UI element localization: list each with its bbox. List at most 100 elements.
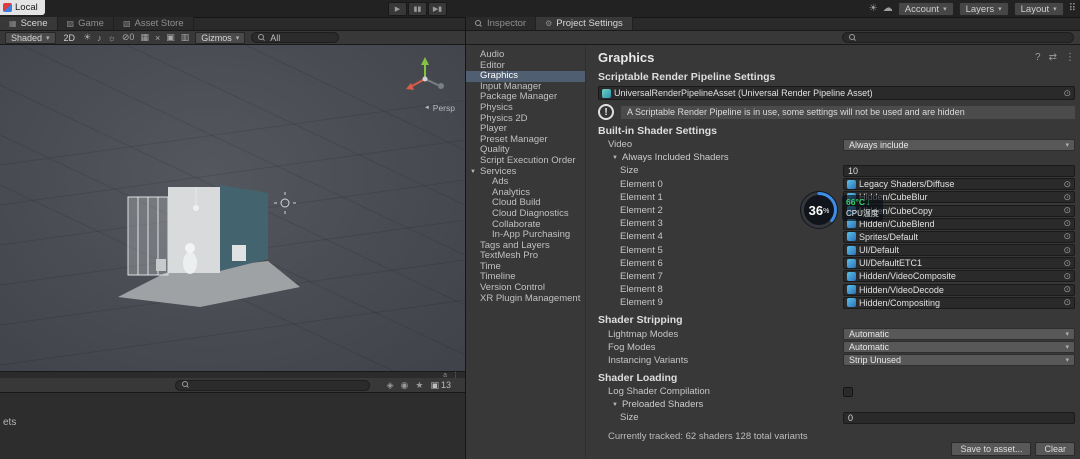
log-shader-compilation-checkbox[interactable]: [843, 386, 853, 397]
clear-button[interactable]: Clear: [1035, 442, 1075, 456]
shader-icon: [847, 285, 856, 295]
local-app-icon: [3, 3, 12, 12]
console-count-badge[interactable]: ▣ 13: [430, 380, 451, 391]
kebab-menu-icon[interactable]: ⋮: [1065, 52, 1075, 63]
object-picker-icon[interactable]: ⊙: [1063, 179, 1071, 189]
cpu-percent-unit: %: [823, 208, 830, 215]
layers-dropdown[interactable]: Layers ▾: [958, 2, 1009, 16]
left-arrow-icon: ◄: [423, 105, 430, 111]
element-7-shader-field[interactable]: Hidden/VideoComposite ⊙: [843, 270, 1075, 283]
video-dropdown[interactable]: Always include ▾: [843, 138, 1075, 151]
element-row: Element 9 Hidden/Compositing ⊙: [598, 296, 1075, 309]
package-icon[interactable]: ◈: [387, 380, 394, 391]
settings-nav-item-audio[interactable]: Audio: [466, 49, 585, 61]
tab-game[interactable]: ▨ Game: [57, 17, 114, 30]
object-picker-icon[interactable]: ⊙: [1063, 245, 1071, 255]
settings-nav-item-cloud-diagnostics[interactable]: Cloud Diagnostics: [466, 208, 585, 220]
project-search-input[interactable]: [175, 379, 370, 391]
help-icon[interactable]: ?: [1035, 52, 1041, 63]
scene-viewport[interactable]: ◄ Persp: [0, 45, 465, 371]
preloaded-shaders-foldout[interactable]: ▼ Preloaded Shaders: [598, 398, 1075, 411]
shader-icon: [847, 271, 856, 281]
top-right-controls: ☀ ☁ Account ▾ Layers ▾ Layout ▾ ⠿: [869, 2, 1076, 16]
object-picker-icon[interactable]: ⊙: [1063, 285, 1071, 295]
preload-size-label: Size: [620, 412, 639, 424]
cpu-percent-value: 36: [808, 202, 824, 218]
gear-icon: ⚙: [545, 19, 553, 28]
eye-icon[interactable]: ◉: [401, 380, 409, 391]
footer-buttons: Save to asset... Clear: [951, 442, 1075, 456]
tab-scene[interactable]: ▦ Scene: [0, 17, 58, 30]
presets-icon[interactable]: ⇄: [1049, 52, 1057, 63]
scene-audio-icon[interactable]: ♪: [97, 33, 102, 43]
element-4-shader-field[interactable]: Sprites/Default ⊙: [843, 230, 1075, 243]
stripping-section-header: Shader Stripping: [598, 314, 683, 327]
chevron-down-icon: ▾: [998, 6, 1002, 13]
element-9-shader-field[interactable]: Hidden/Compositing ⊙: [843, 296, 1075, 309]
scene-search-input[interactable]: All: [251, 32, 340, 43]
element-6-shader-field[interactable]: UI/DefaultETC1 ⊙: [843, 257, 1075, 270]
element-5-shader-field[interactable]: UI/Default ⊙: [843, 244, 1075, 257]
srp-section-header: Scriptable Render Pipeline Settings: [598, 71, 776, 83]
local-window-tab[interactable]: Local: [0, 0, 45, 15]
tab-asset-store[interactable]: ▧ Asset Store: [113, 17, 194, 30]
save-to-asset-button[interactable]: Save to asset...: [951, 442, 1032, 456]
cloud-collab-icon[interactable]: ☁: [883, 2, 893, 16]
foldout-triangle-icon[interactable]: ▼: [470, 167, 476, 178]
srp-asset-field[interactable]: UniversalRenderPipelineAsset (Universal …: [598, 86, 1075, 100]
hidden-objects-icon[interactable]: ⊘0: [122, 32, 135, 43]
settings-nav-item-xr-plugin-management[interactable]: XR Plugin Management: [466, 293, 585, 305]
tab-project-settings[interactable]: ⚙ Project Settings: [536, 17, 633, 30]
settings-search-input[interactable]: [842, 32, 1074, 43]
cpu-monitor-overlay: 36% 66°C ↓ CPU温度: [798, 189, 883, 231]
object-picker-icon[interactable]: ⊙: [1063, 258, 1071, 268]
object-picker-icon[interactable]: ⊙: [1063, 232, 1071, 242]
scene-fx-icon[interactable]: ☼: [108, 33, 116, 43]
perspective-label[interactable]: ◄ Persp: [424, 103, 455, 113]
object-picker-icon[interactable]: ⊙: [1063, 271, 1071, 281]
toggle-2d-button[interactable]: 2D: [62, 33, 78, 43]
scene-lighting-icon[interactable]: ☀: [83, 32, 91, 43]
tab-inspector[interactable]: Inspector: [466, 17, 537, 30]
grid-menu-icon[interactable]: ⠿: [1069, 2, 1076, 16]
fog-modes-dropdown[interactable]: Automatic ▾: [843, 341, 1075, 354]
object-picker-icon[interactable]: ⊙: [1063, 219, 1071, 229]
chevron-down-icon: ▾: [235, 34, 240, 42]
builtin-section-header: Built-in Shader Settings: [598, 125, 718, 137]
gizmos-dropdown[interactable]: Gizmos ▾: [195, 31, 246, 44]
settings-nav-item-services[interactable]: ▼ Services: [466, 166, 585, 178]
chevron-down-icon: ▾: [943, 6, 947, 13]
panel-tool-icon[interactable]: ▥: [181, 32, 190, 43]
step-button[interactable]: ▶▮: [428, 2, 447, 16]
size-field[interactable]: 10: [843, 164, 1075, 177]
project-browser-panel[interactable]: ets: [0, 393, 465, 459]
layout-dropdown[interactable]: Layout ▾: [1013, 2, 1064, 16]
top-toolbar: ▶ ▮▮ ▶▮ ☀ ☁ Account ▾ Layers ▾ Layout ▾ …: [0, 0, 1080, 18]
account-dropdown[interactable]: Account ▾: [897, 2, 954, 16]
always-included-foldout[interactable]: ▼ Always Included Shaders: [598, 151, 1075, 164]
object-picker-icon[interactable]: ⊙: [1063, 88, 1071, 99]
pause-button[interactable]: ▮▮: [408, 2, 427, 16]
lightmap-modes-dropdown[interactable]: Automatic ▾: [843, 328, 1075, 341]
favorites-star-icon[interactable]: ★: [415, 380, 423, 391]
play-button[interactable]: ▶: [388, 2, 407, 16]
chevron-down-icon: ▾: [46, 34, 50, 42]
object-picker-icon[interactable]: ⊙: [1063, 206, 1071, 216]
object-picker-icon[interactable]: ⊙: [1063, 192, 1071, 202]
brightness-icon[interactable]: ☀: [869, 2, 878, 16]
object-picker-icon[interactable]: ⊙: [1063, 298, 1071, 308]
scene-grid-icon[interactable]: ▦: [140, 32, 149, 43]
settings-nav-item-physics[interactable]: Physics: [466, 102, 585, 114]
assets-folder-label[interactable]: ets: [3, 417, 16, 428]
frame-tool-icon[interactable]: ×: [155, 33, 160, 43]
instancing-variants-dropdown[interactable]: Strip Unused ▾: [843, 354, 1075, 367]
graphics-settings-main: Graphics ? ⇄ ⋮ Scriptable Render Pipelin…: [586, 45, 1080, 459]
scene-3d-content: [0, 45, 465, 371]
asset-store-tab-icon: ▧: [122, 19, 131, 28]
shading-mode-dropdown[interactable]: Shaded ▾: [5, 31, 56, 44]
cpu-usage-ring: 36%: [798, 189, 840, 231]
orientation-gizmo[interactable]: [399, 53, 451, 105]
preload-size-field[interactable]: 0: [843, 411, 1075, 424]
element-8-shader-field[interactable]: Hidden/VideoDecode ⊙: [843, 283, 1075, 296]
camera-tool-icon[interactable]: ▣: [166, 32, 175, 43]
